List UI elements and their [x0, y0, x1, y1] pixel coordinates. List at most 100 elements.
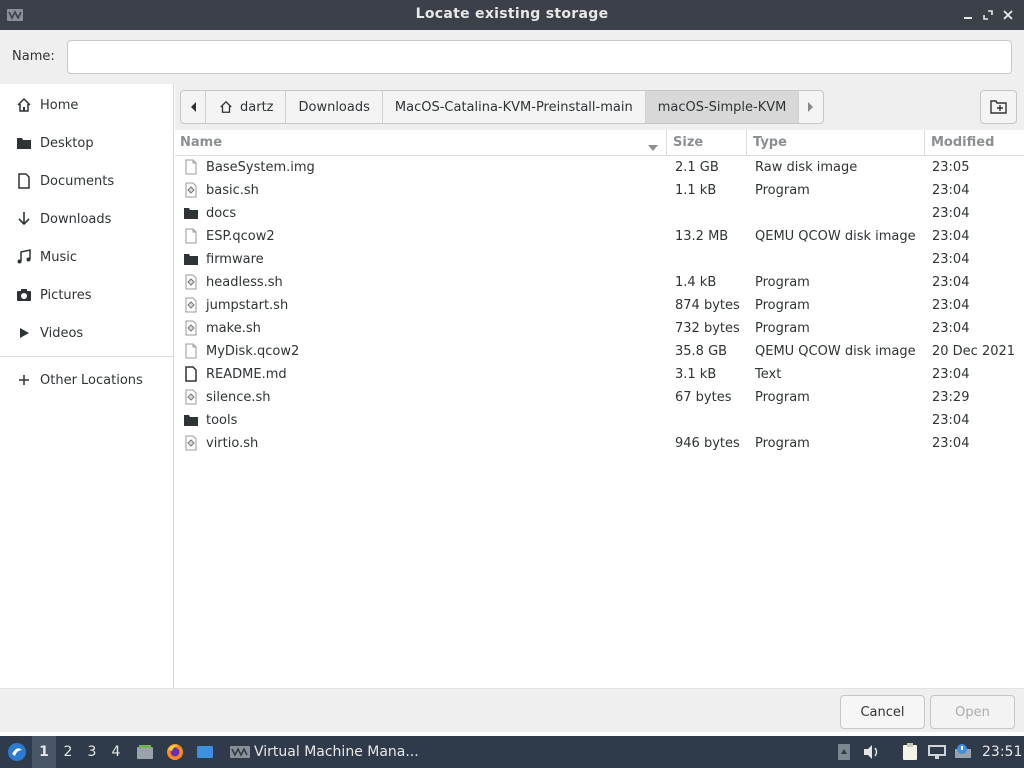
clock[interactable]: 23:51 [982, 736, 1022, 768]
file-modified: 23:04 [932, 252, 970, 267]
sidebar-item-music[interactable]: Music [0, 238, 173, 276]
task-virtual-machine-manager[interactable]: Virtual Machine Mana... [224, 736, 425, 768]
tray-scroll-button[interactable] [836, 736, 852, 768]
workspace-1-button[interactable]: 1 [32, 736, 56, 768]
path-scroll-right-button[interactable] [799, 91, 823, 123]
script-icon [183, 274, 199, 290]
firefox-icon [167, 744, 183, 760]
file-row[interactable]: BaseSystem.img 2.1 GB Raw disk image 23:05 [175, 156, 1024, 179]
new-folder-button[interactable] [980, 90, 1017, 124]
sidebar-item-label: Pictures [40, 287, 92, 303]
sidebar-item-videos[interactable]: Videos [0, 314, 173, 352]
file-modified: 20 Dec 2021 [932, 344, 1016, 359]
path-segment-current[interactable]: macOS-Simple-KVM [645, 91, 800, 123]
open-button[interactable]: Open [930, 695, 1015, 729]
restore-icon[interactable] [980, 6, 996, 24]
path-bar: dartz Downloads MacOS-Catalina-KVM-Prein… [180, 90, 825, 124]
task-label: Virtual Machine Mana... [254, 744, 419, 760]
path-segment-home[interactable]: dartz [206, 91, 287, 123]
sidebar-item-home[interactable]: Home [0, 86, 173, 124]
network-icon [928, 745, 946, 759]
script-icon [183, 182, 199, 198]
path-segment-label: MacOS-Catalina-KVM-Preinstall-main [394, 99, 633, 115]
file-size: 67 bytes [675, 390, 732, 405]
cancel-button[interactable]: Cancel [840, 695, 925, 729]
new-folder-icon [989, 100, 1007, 114]
folder-icon [183, 205, 199, 221]
file-modified: 23:04 [932, 321, 970, 336]
file-type: Program [755, 390, 810, 405]
file-type: Program [755, 275, 810, 290]
path-segment[interactable]: Downloads [286, 91, 383, 123]
file-type: QEMU QCOW disk image [755, 344, 916, 359]
close-icon[interactable] [1000, 6, 1016, 24]
file-name: headless.sh [206, 275, 283, 290]
file-name: ESP.qcow2 [206, 229, 275, 244]
sidebar-item-label: Desktop [40, 135, 94, 151]
name-input[interactable] [67, 40, 1012, 74]
path-scroll-left-button[interactable] [181, 91, 206, 123]
file-row[interactable]: tools 23:04 [175, 409, 1024, 432]
workspace-4-button[interactable]: 4 [104, 736, 128, 768]
plus-icon [16, 372, 32, 388]
sidebar-item-downloads[interactable]: Downloads [0, 200, 173, 238]
start-menu-button[interactable] [4, 736, 30, 768]
volume-button[interactable] [862, 736, 882, 768]
file-row[interactable]: virtio.sh 946 bytes Program 23:04 [175, 432, 1024, 455]
script-icon [183, 320, 199, 336]
file-modified: 23:04 [932, 298, 970, 313]
file-modified: 23:04 [932, 275, 970, 290]
clipboard-icon [903, 743, 917, 760]
file-name: silence.sh [206, 390, 271, 405]
file-type: Text [755, 367, 782, 382]
sidebar-item-documents[interactable]: Documents [0, 162, 173, 200]
sidebar-item-label: Home [40, 97, 79, 113]
sidebar-item-pictures[interactable]: Pictures [0, 276, 173, 314]
show-desktop-button[interactable] [194, 736, 216, 768]
file-row[interactable]: docs 23:04 [175, 202, 1024, 225]
file-row[interactable]: ESP.qcow2 13.2 MB QEMU QCOW disk image 23:0… [175, 225, 1024, 248]
file-row[interactable]: README.md 3.1 kB Text 23:04 [175, 363, 1024, 386]
file-row[interactable]: MyDisk.qcow2 35.8 GB QEMU QCOW disk image 2… [175, 340, 1024, 363]
file-row[interactable]: firmware 23:04 [175, 248, 1024, 271]
firefox-launcher[interactable] [164, 736, 186, 768]
path-segment[interactable]: MacOS-Catalina-KVM-Preinstall-main [383, 91, 646, 123]
network-button[interactable] [926, 736, 948, 768]
sidebar-item-desktop[interactable]: Desktop [0, 124, 173, 162]
column-header-size[interactable]: Size [673, 135, 703, 150]
file-manager-launcher[interactable] [134, 736, 156, 768]
workspace-3-button[interactable]: 3 [80, 736, 104, 768]
file-size: 1.1 kB [675, 183, 717, 198]
places-sidebar: Home Desktop Documents Downloads Music P… [0, 84, 174, 688]
file-row[interactable]: basic.sh 1.1 kB Program 23:04 [175, 179, 1024, 202]
name-row: Name: [0, 30, 1024, 84]
column-header-type[interactable]: Type [753, 135, 787, 150]
window-title: Locate existing storage [415, 6, 609, 22]
video-icon [16, 325, 32, 341]
file-name: docs [206, 206, 237, 221]
chevron-left-icon [191, 102, 196, 112]
file-type: Raw disk image [755, 160, 858, 175]
file-row[interactable]: jumpstart.sh 874 bytes Program 23:04 [175, 294, 1024, 317]
file-modified: 23:04 [932, 413, 970, 428]
file-icon [183, 228, 199, 244]
column-header-name[interactable]: Name [180, 135, 222, 150]
column-header-modified[interactable]: Modified [931, 135, 994, 150]
file-row[interactable]: make.sh 732 bytes Program 23:04 [175, 317, 1024, 340]
notification-button[interactable] [952, 736, 974, 768]
taskbar: 1 2 3 4 Virtual Machine Mana... 23:51 [0, 736, 1024, 768]
file-row[interactable]: silence.sh 67 bytes Program 23:29 [175, 386, 1024, 409]
file-row[interactable]: headless.sh 1.4 kB Program 23:04 [175, 271, 1024, 294]
clipboard-button[interactable] [900, 736, 920, 768]
minimize-icon[interactable] [960, 6, 976, 24]
sidebar-item-label: Downloads [40, 211, 112, 227]
folder-icon [16, 135, 32, 151]
sidebar-item-other-locations[interactable]: Other Locations [0, 361, 173, 399]
sidebar-item-label: Videos [40, 325, 84, 341]
file-size: 946 bytes [675, 436, 740, 451]
folder-icon [183, 412, 199, 428]
workspace-2-button[interactable]: 2 [56, 736, 80, 768]
file-icon [183, 159, 199, 175]
file-modified: 23:04 [932, 206, 970, 221]
file-type: Program [755, 298, 810, 313]
